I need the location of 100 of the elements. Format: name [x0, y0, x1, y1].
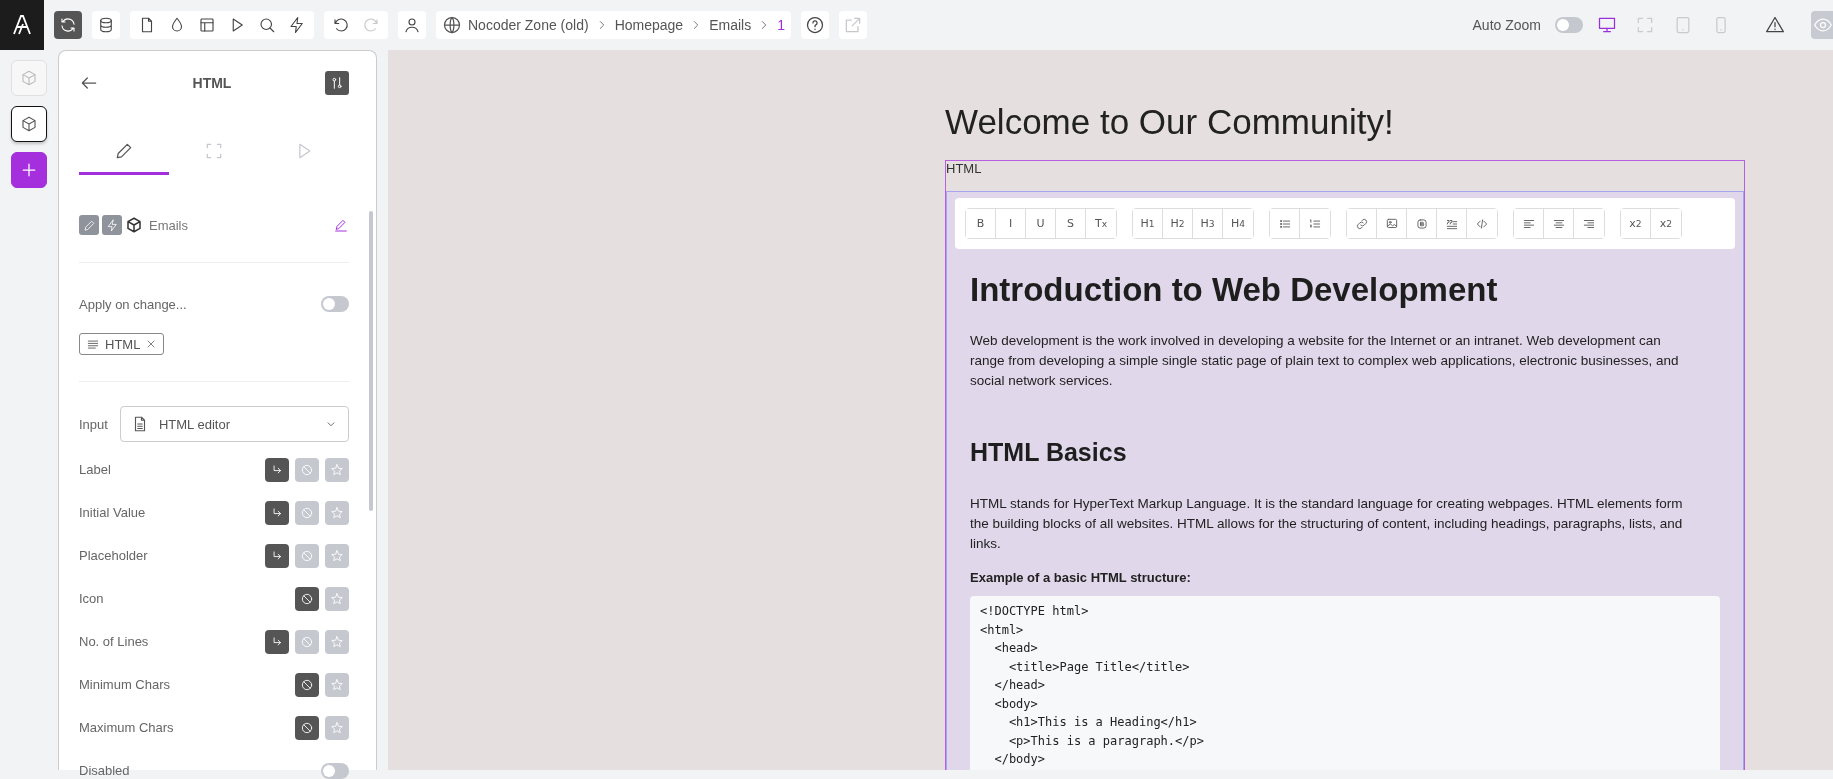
- clear-icon: [300, 462, 314, 477]
- star-button[interactable]: [325, 457, 349, 482]
- lightning-icon: [105, 218, 119, 232]
- preview-button[interactable]: [1811, 11, 1833, 39]
- page-heading: Welcome to Our Community!: [945, 107, 1395, 143]
- format-button[interactable]: B: [966, 209, 996, 238]
- breadcrumb-link[interactable]: Nocoder Zone (old): [468, 17, 589, 33]
- section-heading: HTML Basics: [970, 437, 1128, 467]
- clear-button[interactable]: [295, 715, 319, 740]
- property-label: Initial Value: [79, 505, 146, 520]
- lines-icon: [86, 337, 100, 351]
- star-button[interactable]: [325, 586, 349, 611]
- star-button[interactable]: [325, 672, 349, 697]
- link-button[interactable]: [265, 629, 289, 654]
- desktop-icon: [1597, 15, 1617, 35]
- data-source-name: Emails: [149, 217, 189, 233]
- globe-icon: [442, 15, 462, 35]
- refresh-button[interactable]: [54, 11, 82, 39]
- star-icon: [330, 720, 344, 735]
- lightning-badge[interactable]: [102, 215, 122, 235]
- numbered-list-icon: [1308, 216, 1322, 231]
- star-icon: [330, 591, 344, 606]
- pen-icon: [333, 217, 349, 233]
- component-button[interactable]: [11, 106, 47, 142]
- toggle-switch[interactable]: [1555, 17, 1583, 33]
- link-icon: [1354, 216, 1369, 231]
- embed-icon: [1414, 216, 1429, 231]
- help-button[interactable]: [800, 11, 829, 39]
- search-icon: [258, 16, 276, 34]
- input-type-select[interactable]: HTML editor: [119, 406, 349, 442]
- database-icon: [97, 16, 115, 34]
- breadcrumb-link[interactable]: Emails: [709, 17, 752, 33]
- star-button[interactable]: [325, 543, 349, 568]
- cube-icon: [20, 69, 38, 87]
- cube-icon: [20, 115, 38, 133]
- input-label: Input: [79, 416, 108, 432]
- warning-icon: [1765, 15, 1785, 35]
- star-button[interactable]: [325, 715, 349, 740]
- user-button[interactable]: [398, 11, 426, 39]
- code-line: <h1>This is a Heading</h1>: [1007, 714, 1197, 731]
- scrollbar[interactable]: [369, 211, 373, 511]
- image-icon: [1384, 216, 1399, 231]
- clear-button[interactable]: [295, 586, 319, 611]
- star-button[interactable]: [325, 500, 349, 525]
- lightning-icon: [288, 16, 306, 34]
- clear-icon: [300, 591, 314, 606]
- breadcrumb-link[interactable]: 1: [777, 17, 785, 33]
- settings-button[interactable]: [325, 71, 349, 95]
- component-label: HTML: [946, 161, 983, 178]
- code-line: <title>Page Title</title>: [1007, 658, 1190, 676]
- cube-icon: [125, 216, 143, 234]
- property-label: Placeholder: [79, 548, 148, 563]
- paragraph: HTML stands for HyperText Markup Language. It is the standard language for creating webpages. HTML elements form the building blocks of all websites. HTML allows for the structuring of content, including headings, paragraphs, lists, and links.: [970, 495, 1684, 553]
- toggle-switch[interactable]: [321, 296, 349, 312]
- star-icon: [330, 505, 344, 520]
- user-icon: [403, 16, 421, 34]
- code-line: <html>: [980, 621, 1024, 639]
- toggle-switch[interactable]: [321, 762, 349, 779]
- panel-title: HTML: [191, 75, 233, 91]
- code-line: <head>: [993, 640, 1038, 657]
- add-button[interactable]: [11, 152, 47, 188]
- breadcrumb-link[interactable]: Homepage: [614, 17, 684, 33]
- link-button[interactable]: [265, 500, 289, 525]
- star-icon: [330, 634, 344, 649]
- redo-icon: [362, 16, 380, 34]
- chip-label: HTML: [105, 336, 141, 352]
- code-line: <body>: [993, 695, 1038, 713]
- help-icon: [804, 15, 825, 35]
- paragraph: Web development is the work involved in developing a website for the Internet or an intranet. Web development can range from developing a simple single static page of plain text to complex web applications, electronic businesses, and social network services.: [970, 332, 1680, 390]
- edit-badge[interactable]: [79, 215, 99, 235]
- bullet-list-button[interactable]: [1270, 209, 1300, 238]
- clear-icon: [300, 505, 314, 520]
- property-label: Minimum Chars: [79, 677, 170, 692]
- layout-icon: [198, 16, 216, 34]
- article-title: Introduction to Web Development: [970, 270, 1499, 310]
- example-label: Example of a basic HTML structure:: [970, 570, 1192, 585]
- code-line: </body>: [993, 751, 1046, 768]
- clear-icon: [300, 548, 314, 563]
- link-button[interactable]: [265, 457, 289, 482]
- clear-icon: [300, 634, 314, 649]
- edit-source-button[interactable]: [333, 217, 349, 233]
- code-line: </head>: [993, 677, 1046, 694]
- property-label: No. of Lines: [79, 634, 149, 649]
- pencil-icon: [82, 218, 96, 232]
- code-line: <p>This is a paragraph.</p>: [1007, 732, 1204, 750]
- database-button[interactable]: [92, 11, 120, 39]
- clear-icon: [300, 677, 314, 692]
- refresh-icon: [59, 16, 77, 34]
- clear-icon: [300, 720, 314, 735]
- app-logo[interactable]: [0, 0, 44, 50]
- star-icon: [330, 548, 344, 563]
- code-icon: [1475, 216, 1489, 231]
- star-button[interactable]: [325, 629, 349, 654]
- open-external-button[interactable]: [838, 11, 867, 39]
- sliders-icon: [329, 75, 345, 91]
- link-button[interactable]: [265, 543, 289, 568]
- undo-icon: [332, 16, 350, 34]
- align-left-button[interactable]: [1514, 209, 1544, 238]
- property-label: Icon: [79, 591, 104, 606]
- clear-button[interactable]: [295, 672, 319, 697]
